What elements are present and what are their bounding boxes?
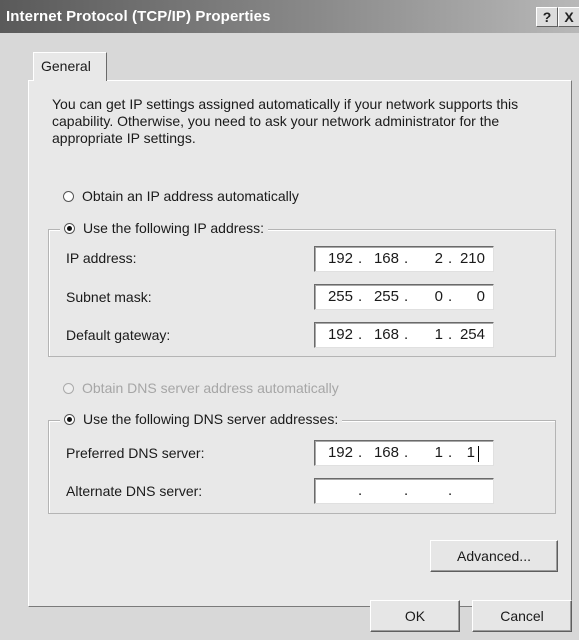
subnet-mask-label: Subnet mask: [66, 289, 152, 305]
use-following-dns-radio[interactable]: Use the following DNS server addresses: [60, 411, 343, 427]
radio-checked-icon [64, 222, 75, 234]
radio-unchecked-icon [63, 190, 74, 202]
text-caret [478, 446, 479, 462]
ip-dot: . [358, 250, 363, 267]
obtain-dns-auto-radio[interactable]: Obtain DNS server address automatically [63, 380, 339, 396]
ip-dot: . [358, 326, 363, 343]
subnet-mask-field[interactable]: 255 . 255 . 0 . 0 [314, 284, 494, 310]
ip-octet-2: 168 [373, 250, 399, 267]
obtain-ip-auto-label: Obtain an IP address automatically [82, 188, 299, 204]
gateway-octet-4: 254 [459, 326, 485, 343]
preferred-dns-field[interactable]: 192 . 168 . 1 . 1 [314, 440, 494, 466]
tab-general[interactable]: General [33, 52, 107, 81]
ip-dot: . [448, 482, 453, 499]
dns1-octet-2: 168 [373, 444, 399, 461]
gateway-octet-1: 192 [327, 326, 353, 343]
subnet-octet-3: 0 [434, 288, 443, 305]
use-following-ip-radio[interactable]: Use the following IP address: [60, 220, 269, 236]
intro-text: You can get IP settings assigned automat… [52, 96, 519, 146]
use-following-ip-label: Use the following IP address: [83, 220, 265, 236]
obtain-dns-auto-label: Obtain DNS server address automatically [82, 380, 339, 396]
ip-octet-1: 192 [327, 250, 353, 267]
subnet-octet-1: 255 [327, 288, 353, 305]
gateway-octet-3: 1 [434, 326, 443, 343]
ip-dot: . [358, 444, 363, 461]
ip-address-label: IP address: [66, 250, 137, 266]
ok-button[interactable]: OK [370, 600, 460, 632]
cancel-button[interactable]: Cancel [472, 600, 572, 632]
advanced-button[interactable]: Advanced... [430, 540, 558, 572]
radio-disabled-icon [63, 382, 74, 394]
ip-dot: . [404, 482, 409, 499]
subnet-octet-4: 0 [476, 288, 485, 305]
alternate-dns-label: Alternate DNS server: [66, 483, 203, 499]
dns1-octet-1: 192 [327, 444, 353, 461]
use-following-dns-label: Use the following DNS server addresses: [83, 411, 339, 427]
subnet-octet-2: 255 [373, 288, 399, 305]
gateway-octet-2: 168 [373, 326, 399, 343]
ip-octet-3: 2 [434, 250, 443, 267]
ip-dot: . [404, 250, 409, 267]
ip-dot: . [404, 444, 409, 461]
ip-dot: . [448, 288, 453, 305]
ip-dot: . [404, 288, 409, 305]
help-button[interactable]: ? [536, 7, 558, 27]
dns1-octet-3: 1 [434, 444, 443, 461]
ip-dot: . [358, 482, 363, 499]
title-bar[interactable]: Internet Protocol (TCP/IP) Properties ? … [0, 0, 579, 33]
preferred-dns-label: Preferred DNS server: [66, 445, 205, 461]
dns1-octet-4: 1 [466, 444, 475, 461]
default-gateway-label: Default gateway: [66, 327, 171, 343]
ip-dot: . [358, 288, 363, 305]
default-gateway-field[interactable]: 192 . 168 . 1 . 254 [314, 322, 494, 348]
window-title: Internet Protocol (TCP/IP) Properties [6, 8, 271, 25]
obtain-ip-auto-radio[interactable]: Obtain an IP address automatically [63, 188, 299, 204]
ip-dot: . [448, 326, 453, 343]
radio-checked-icon [64, 413, 75, 425]
ip-dot: . [404, 326, 409, 343]
ip-dot: . [448, 250, 453, 267]
alternate-dns-field[interactable]: . . . [314, 478, 494, 504]
ip-address-field[interactable]: 192 . 168 . 2 . 210 [314, 246, 494, 272]
tcpip-properties-dialog: Internet Protocol (TCP/IP) Properties ? … [0, 0, 579, 640]
ip-octet-4: 210 [459, 250, 485, 267]
close-button[interactable]: X [558, 7, 579, 27]
